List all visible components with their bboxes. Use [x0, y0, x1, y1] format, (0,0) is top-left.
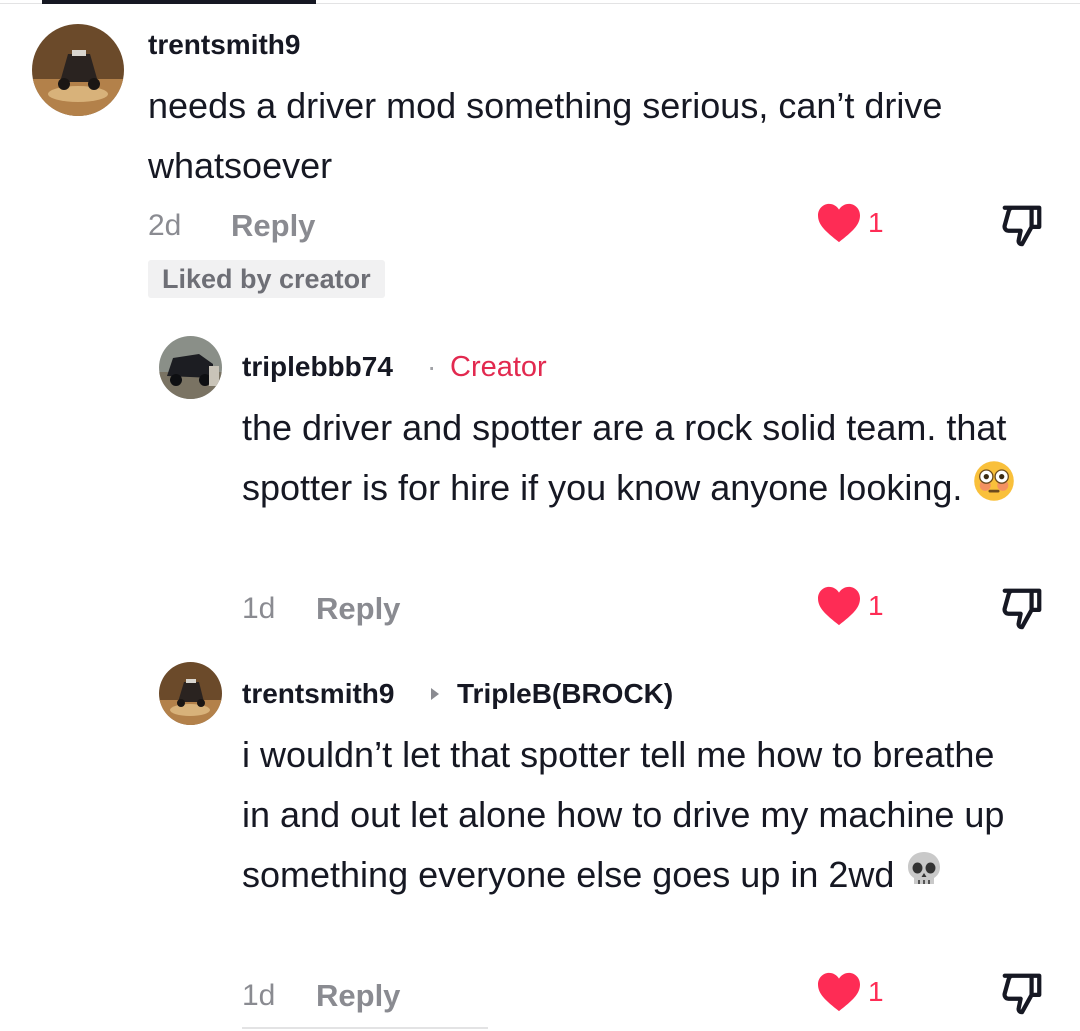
comment-text: the driver and spotter are a rock solid …: [242, 398, 1062, 521]
caret-right-icon: [430, 687, 440, 706]
comment-text-content: i wouldn’t let that spotter tell me how …: [242, 734, 1005, 895]
like-button[interactable]: [815, 971, 863, 1013]
like-count: 1: [868, 976, 884, 1007]
skull-emoji: [904, 847, 944, 907]
creator-label: Creator: [450, 351, 547, 383]
avatar[interactable]: [32, 24, 124, 116]
heart-icon: [818, 586, 860, 626]
comment-text: i wouldn’t let that spotter tell me how …: [242, 725, 1032, 907]
comment-time: 2d: [148, 209, 182, 242]
comment-time: 1d: [242, 592, 276, 625]
reply-button[interactable]: Reply: [316, 591, 400, 627]
dislike-button[interactable]: [999, 202, 1045, 248]
heart-icon: [818, 203, 860, 243]
comment-text-content: the driver and spotter are a rock solid …: [242, 407, 1007, 508]
thumbs-down-icon: [1002, 205, 1042, 247]
thumbs-down-icon: [1002, 973, 1042, 1015]
liked-by-creator-badge: Liked by creator: [148, 260, 385, 298]
view-more-replies-divider: [242, 1027, 488, 1029]
dislike-button[interactable]: [999, 585, 1045, 631]
avatar[interactable]: [159, 662, 222, 725]
comment-username[interactable]: trentsmith9: [148, 28, 300, 62]
reply-button[interactable]: Reply: [316, 978, 400, 1014]
dislike-button[interactable]: [999, 970, 1045, 1016]
comment-username[interactable]: triplebbb74: [242, 350, 393, 384]
avatar[interactable]: [159, 336, 222, 399]
reply-to-username[interactable]: TripleB(BROCK): [457, 677, 673, 711]
like-button[interactable]: [815, 202, 863, 244]
like-button[interactable]: [815, 585, 863, 627]
heart-icon: [818, 972, 860, 1012]
separator-dot: ·: [427, 351, 437, 382]
tab-indicator: [42, 0, 316, 4]
like-count: 1: [868, 207, 884, 238]
comment-text: needs a driver mod something serious, ca…: [148, 85, 943, 186]
comment-time: 1d: [242, 979, 276, 1012]
comment-username[interactable]: trentsmith9: [242, 677, 394, 711]
flushed-face-emoji: [972, 459, 1016, 521]
thumbs-down-icon: [1002, 588, 1042, 630]
reply-button[interactable]: Reply: [231, 208, 315, 244]
like-count: 1: [868, 590, 884, 621]
